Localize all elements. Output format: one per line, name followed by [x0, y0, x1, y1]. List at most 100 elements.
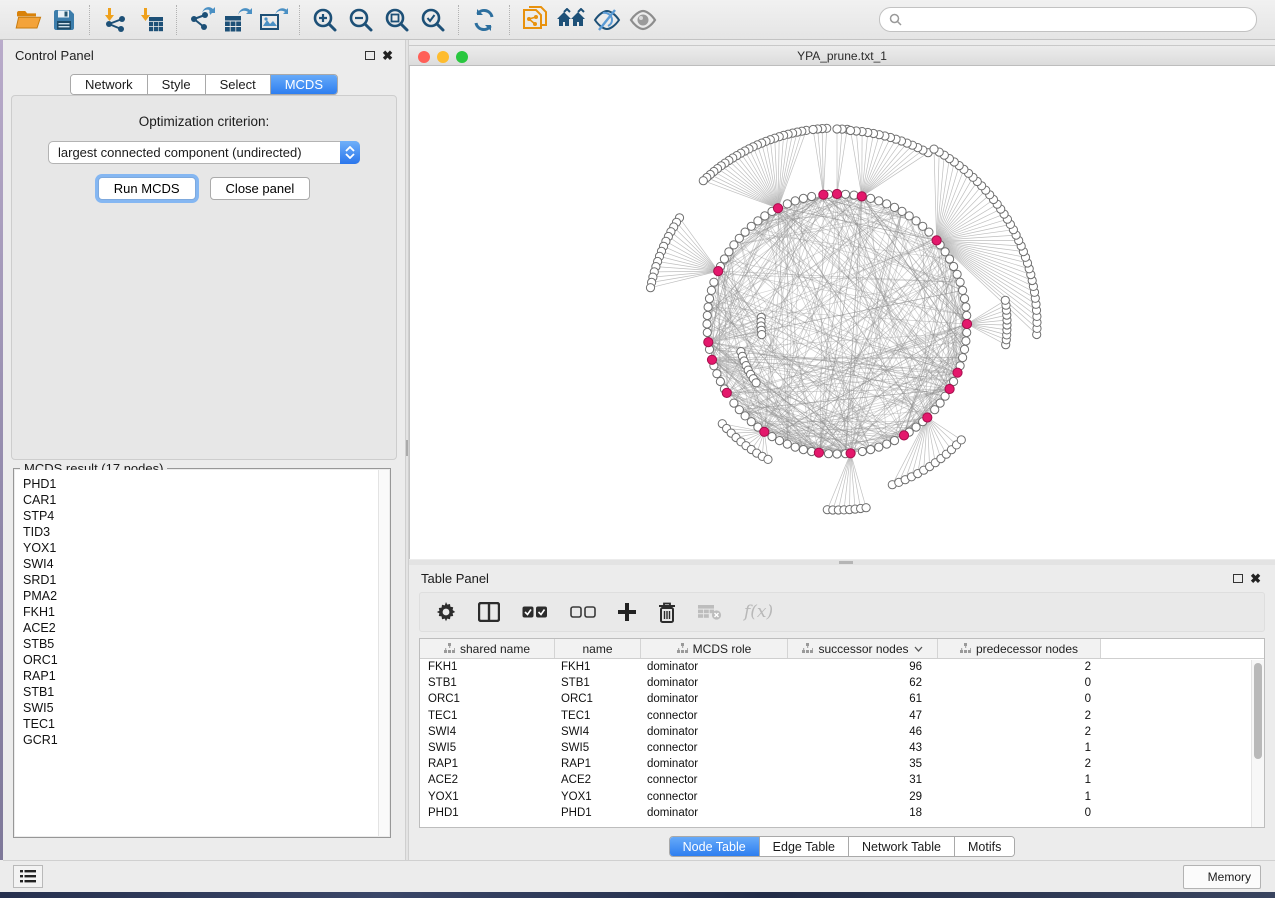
home-session-icon[interactable]	[553, 4, 589, 36]
table-cell[interactable]: YOX1	[555, 791, 641, 803]
table-cell[interactable]: STB1	[555, 677, 641, 689]
table-row[interactable]: ORC1ORC1dominator610	[420, 691, 1264, 707]
table-cell[interactable]: 1	[938, 774, 1101, 786]
table-row[interactable]: ACE2ACE2connector311	[420, 772, 1264, 788]
save-icon[interactable]	[46, 4, 82, 36]
network-document-icon[interactable]	[517, 4, 553, 36]
table-cell[interactable]: 0	[938, 677, 1101, 689]
close-panel-button[interactable]: Close panel	[210, 177, 311, 200]
show-columns-icon[interactable]	[478, 599, 500, 625]
column-header-MCDS-role[interactable]: MCDS role	[641, 639, 788, 658]
table-row[interactable]: PHD1PHD1dominator180	[420, 805, 1264, 821]
table-tab-node-table[interactable]: Node Table	[670, 837, 760, 856]
search-input[interactable]	[908, 13, 1247, 27]
table-cell[interactable]: ACE2	[555, 774, 641, 786]
deselect-all-icon[interactable]	[570, 599, 596, 625]
memory-button[interactable]: Memory	[1183, 865, 1261, 889]
zoom-fit-icon[interactable]	[379, 4, 415, 36]
table-cell[interactable]: dominator	[641, 661, 788, 673]
search-field[interactable]	[879, 7, 1257, 32]
table-cell[interactable]: 0	[938, 693, 1101, 705]
mcds-result-item[interactable]: SWI4	[23, 556, 389, 572]
table-scrollbar[interactable]	[1251, 660, 1264, 827]
column-header-successor-nodes[interactable]: successor nodes	[788, 639, 938, 658]
table-cell[interactable]: ACE2	[420, 774, 555, 786]
add-column-icon[interactable]	[618, 599, 636, 625]
table-cell[interactable]: 1	[938, 791, 1101, 803]
tab-mcds[interactable]: MCDS	[271, 75, 337, 94]
table-cell[interactable]: dominator	[641, 807, 788, 819]
column-header-shared-name[interactable]: shared name	[420, 639, 555, 658]
mcds-result-item[interactable]: SRD1	[23, 572, 389, 588]
table-cell[interactable]: ORC1	[555, 693, 641, 705]
table-cell[interactable]: TEC1	[555, 710, 641, 722]
node-table[interactable]: shared namenameMCDS rolesuccessor nodesp…	[419, 638, 1265, 828]
tab-style[interactable]: Style	[148, 75, 206, 94]
mcds-result-item[interactable]: TID3	[23, 524, 389, 540]
table-cell[interactable]: 31	[788, 774, 938, 786]
table-cell[interactable]: connector	[641, 791, 788, 803]
table-row[interactable]: YOX1YOX1connector291	[420, 789, 1264, 805]
mcds-result-list[interactable]: PHD1CAR1STP4TID3YOX1SWI4SRD1PMA2FKH1ACE2…	[15, 470, 389, 836]
table-cell[interactable]: dominator	[641, 726, 788, 738]
task-history-button[interactable]	[13, 865, 43, 888]
table-cell[interactable]: 2	[938, 710, 1101, 722]
tab-select[interactable]: Select	[206, 75, 271, 94]
mcds-result-item[interactable]: SWI5	[23, 700, 389, 716]
table-cell[interactable]: connector	[641, 742, 788, 754]
delete-column-trash-icon[interactable]	[658, 599, 676, 625]
table-cell[interactable]: SWI5	[420, 742, 555, 754]
table-cell[interactable]: dominator	[641, 693, 788, 705]
mcds-result-item[interactable]: FKH1	[23, 604, 389, 620]
table-cell[interactable]: TEC1	[420, 710, 555, 722]
result-list-scrollbar[interactable]	[378, 470, 389, 836]
mcds-result-item[interactable]: GCR1	[23, 732, 389, 748]
maximize-window-icon[interactable]	[456, 51, 468, 63]
select-all-icon[interactable]	[522, 599, 548, 625]
table-cell[interactable]: SWI5	[555, 742, 641, 754]
table-row[interactable]: SWI4SWI4dominator462	[420, 724, 1264, 740]
table-cell[interactable]: 46	[788, 726, 938, 738]
table-cell[interactable]: RAP1	[555, 758, 641, 770]
zoom-in-icon[interactable]	[307, 4, 343, 36]
table-tab-edge-table[interactable]: Edge Table	[760, 837, 849, 856]
table-cell[interactable]: SWI4	[420, 726, 555, 738]
table-cell[interactable]: dominator	[641, 758, 788, 770]
table-cell[interactable]: STB1	[420, 677, 555, 689]
mcds-result-item[interactable]: STB1	[23, 684, 389, 700]
table-row[interactable]: SWI5SWI5connector431	[420, 740, 1264, 756]
mcds-result-item[interactable]: PMA2	[23, 588, 389, 604]
export-network-icon[interactable]	[184, 4, 220, 36]
table-cell[interactable]: 2	[938, 661, 1101, 673]
close-panel-icon[interactable]: ✖	[1250, 572, 1261, 585]
table-cell[interactable]: 2	[938, 758, 1101, 770]
table-cell[interactable]: connector	[641, 774, 788, 786]
table-row[interactable]: FKH1FKH1dominator962	[420, 659, 1264, 675]
mcds-result-item[interactable]: PHD1	[23, 476, 389, 492]
mcds-result-item[interactable]: YOX1	[23, 540, 389, 556]
close-window-icon[interactable]	[418, 51, 430, 63]
export-table-icon[interactable]	[220, 4, 256, 36]
refresh-icon[interactable]	[466, 4, 502, 36]
tab-network[interactable]: Network	[71, 75, 148, 94]
table-cell[interactable]: 35	[788, 758, 938, 770]
table-cell[interactable]: ORC1	[420, 693, 555, 705]
mcds-result-item[interactable]: STB5	[23, 636, 389, 652]
table-scrollbar-thumb[interactable]	[1254, 663, 1262, 759]
table-cell[interactable]: 1	[938, 742, 1101, 754]
mcds-result-item[interactable]: RAP1	[23, 668, 389, 684]
table-cell[interactable]: PHD1	[555, 807, 641, 819]
column-header-name[interactable]: name	[555, 639, 641, 658]
zoom-out-icon[interactable]	[343, 4, 379, 36]
column-header-predecessor-nodes[interactable]: predecessor nodes	[938, 639, 1101, 658]
table-cell[interactable]: 61	[788, 693, 938, 705]
mcds-result-item[interactable]: STP4	[23, 508, 389, 524]
criterion-dropdown[interactable]: largest connected component (undirected)	[48, 141, 360, 164]
table-cell[interactable]: RAP1	[420, 758, 555, 770]
table-row[interactable]: STB1STB1dominator620	[420, 675, 1264, 691]
table-cell[interactable]: 62	[788, 677, 938, 689]
table-cell[interactable]: PHD1	[420, 807, 555, 819]
mcds-result-item[interactable]: ACE2	[23, 620, 389, 636]
close-panel-icon[interactable]: ✖	[382, 49, 393, 62]
table-cell[interactable]: FKH1	[420, 661, 555, 673]
